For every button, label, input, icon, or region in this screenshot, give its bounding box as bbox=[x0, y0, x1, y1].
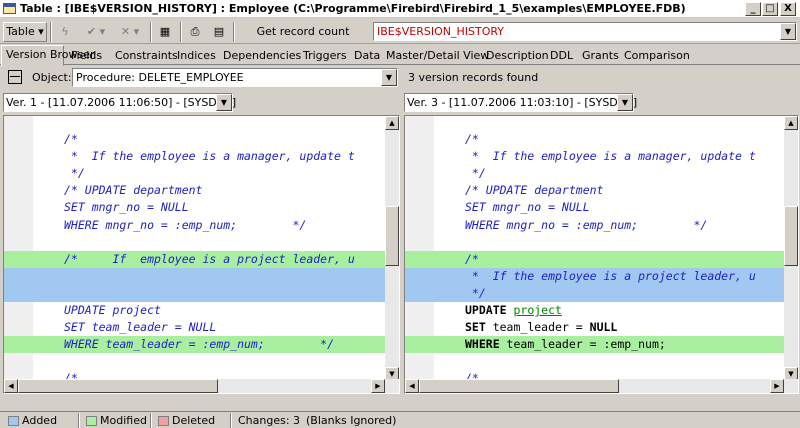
code-line: WHERE team_leader = :emp_num; bbox=[405, 336, 784, 354]
scroll-right-icon[interactable]: ▶ bbox=[371, 379, 385, 393]
scroll-up-icon[interactable]: ▲ bbox=[784, 116, 798, 130]
code-line: /* bbox=[64, 132, 78, 146]
commit-icon[interactable]: ϟ bbox=[54, 22, 76, 42]
chevron-down-icon[interactable]: ▼ bbox=[780, 23, 796, 40]
code-line: /* If employee is a project leader, u bbox=[4, 250, 385, 268]
code-line: SET team_leader = NULL bbox=[64, 320, 217, 335]
tab-grants[interactable]: Grants bbox=[577, 46, 619, 65]
hscroll-thumb[interactable] bbox=[419, 379, 619, 393]
scroll-left-icon[interactable]: ◀ bbox=[4, 379, 18, 393]
grid-icon[interactable]: ▦ bbox=[154, 22, 176, 42]
object-bar: Object: Procedure: DELETE_EMPLOYEE ▼ 3 v… bbox=[0, 66, 800, 90]
close-button[interactable]: X bbox=[780, 2, 796, 16]
minimize-button[interactable]: _ bbox=[745, 2, 761, 16]
horizontal-scrollbar[interactable]: ◀ ▶ bbox=[405, 379, 798, 393]
scroll-left-icon[interactable]: ◀ bbox=[405, 379, 419, 393]
code-line: */ bbox=[465, 166, 486, 181]
tab-bar: Version Browser Fields Constraints Indices D… bbox=[0, 45, 800, 66]
tab-master-detail-view[interactable]: Master/Detail View bbox=[381, 46, 489, 65]
tab-data[interactable]: Data bbox=[349, 46, 380, 65]
version-count-text: 3 version records found bbox=[408, 71, 539, 84]
right-code-pane[interactable]: /* * If the employee is a manager, updat… bbox=[404, 115, 799, 394]
tab-indices[interactable]: Indices bbox=[172, 46, 216, 65]
title-bar: Table : [IBE$VERSION_HISTORY] : Employee… bbox=[0, 0, 800, 18]
code-line: * If the employee is a manager, update t bbox=[465, 149, 756, 164]
hscroll-thumb[interactable] bbox=[18, 379, 218, 393]
modified-swatch bbox=[86, 416, 97, 426]
scroll-thumb[interactable] bbox=[784, 206, 798, 266]
legend-modified: Modified bbox=[100, 414, 147, 427]
tab-description[interactable]: Description bbox=[481, 46, 549, 65]
left-code-pane[interactable]: /* * If the employee is a manager, updat… bbox=[3, 115, 400, 394]
table-name-combo[interactable]: IBE$VERSION_HISTORY ▼ bbox=[373, 22, 797, 41]
chevron-down-icon[interactable]: ▼ bbox=[381, 69, 397, 86]
right-version-value: Ver. 3 - [11.07.2006 11:03:10] - [SYSDBA… bbox=[407, 96, 638, 109]
code-line: * If the employee is a manager, update t bbox=[64, 149, 355, 164]
code-line: * If the employee is a project leader, u bbox=[405, 267, 784, 285]
check-icon[interactable]: ✔ ▾ bbox=[80, 22, 112, 42]
code-line: /* bbox=[465, 132, 479, 146]
toggle-panel-icon[interactable] bbox=[8, 70, 22, 84]
scroll-right-icon[interactable]: ▶ bbox=[770, 379, 784, 393]
print-icon[interactable]: ⎙ bbox=[184, 22, 206, 42]
code-line: SET team_leader = NULL bbox=[465, 320, 618, 335]
object-value: Procedure: DELETE_EMPLOYEE bbox=[76, 71, 244, 84]
code-line: /* UPDATE department bbox=[465, 183, 604, 198]
cancel-icon[interactable]: ✕ ▾ bbox=[114, 22, 146, 42]
maximize-button[interactable]: □ bbox=[762, 2, 778, 16]
vertical-scrollbar[interactable]: ▲ ▼ bbox=[385, 116, 399, 381]
tab-constraints[interactable]: Constraints bbox=[110, 46, 178, 65]
legend-deleted: Deleted bbox=[172, 414, 216, 427]
vertical-scrollbar[interactable]: ▲ ▼ bbox=[784, 116, 798, 381]
code-line: UPDATE project bbox=[64, 303, 161, 317]
changes-count: Changes: 3 bbox=[238, 414, 301, 427]
toolbar: Table ▾ ϟ ✔ ▾ ✕ ▾ ▦ ⎙ ▤ Get record count… bbox=[0, 19, 800, 44]
chevron-down-icon[interactable]: ▼ bbox=[617, 94, 633, 111]
left-version-value: Ver. 1 - [11.07.2006 11:06:50] - [SYSDBA… bbox=[6, 96, 237, 109]
code-line: WHERE mngr_no = :emp_num; */ bbox=[465, 217, 708, 232]
code-line bbox=[4, 267, 385, 285]
tab-dependencies[interactable]: Dependencies bbox=[218, 46, 301, 65]
export-icon[interactable]: ▤ bbox=[208, 22, 230, 42]
scroll-up-icon[interactable]: ▲ bbox=[385, 116, 399, 130]
code-line: WHERE mngr_no = :emp_num; */ bbox=[64, 217, 307, 232]
scroll-thumb[interactable] bbox=[385, 206, 399, 266]
table-icon bbox=[3, 3, 16, 14]
chevron-down-icon[interactable]: ▼ bbox=[216, 94, 232, 111]
code-line: /* UPDATE department bbox=[64, 183, 203, 198]
get-record-count-button[interactable]: Get record count bbox=[237, 22, 369, 42]
added-swatch bbox=[8, 416, 19, 426]
code-line: */ bbox=[405, 284, 784, 302]
legend-added: Added bbox=[22, 414, 58, 427]
tab-version-browser[interactable]: Version Browser bbox=[1, 45, 95, 66]
blanks-ignored-text: (Blanks Ignored) bbox=[306, 414, 397, 427]
object-label: Object: bbox=[32, 71, 72, 84]
tab-ddl[interactable]: DDL bbox=[545, 46, 575, 65]
table-menu-button[interactable]: Table ▾ bbox=[3, 22, 47, 42]
object-select[interactable]: Procedure: DELETE_EMPLOYEE ▼ bbox=[72, 68, 398, 87]
code-line: WHERE team_leader = :emp_num; */ bbox=[4, 336, 385, 354]
horizontal-scrollbar[interactable]: ◀ ▶ bbox=[4, 379, 399, 393]
code-line: /* bbox=[405, 250, 784, 268]
code-line: SET mngr_no = NULL bbox=[64, 200, 189, 215]
tab-comparison[interactable]: Comparison bbox=[619, 46, 690, 65]
code-line: */ bbox=[64, 166, 85, 181]
table-name-value: IBE$VERSION_HISTORY bbox=[377, 25, 505, 38]
code-line: UPDATE project bbox=[465, 303, 562, 317]
code-line: SET mngr_no = NULL bbox=[465, 200, 590, 215]
code-line bbox=[4, 284, 385, 302]
status-bar: Added Modified Deleted Changes: 3 (Blank… bbox=[0, 411, 800, 428]
right-version-select[interactable]: Ver. 3 - [11.07.2006 11:03:10] - [SYSDBA… bbox=[404, 93, 638, 112]
left-version-select[interactable]: Ver. 1 - [11.07.2006 11:06:50] - [SYSDBA… bbox=[3, 93, 237, 112]
deleted-swatch bbox=[158, 416, 169, 426]
window-title: Table : [IBE$VERSION_HISTORY] : Employee… bbox=[20, 2, 686, 15]
tab-fields[interactable]: Fields bbox=[66, 46, 108, 65]
tab-triggers[interactable]: Triggers bbox=[298, 46, 347, 65]
